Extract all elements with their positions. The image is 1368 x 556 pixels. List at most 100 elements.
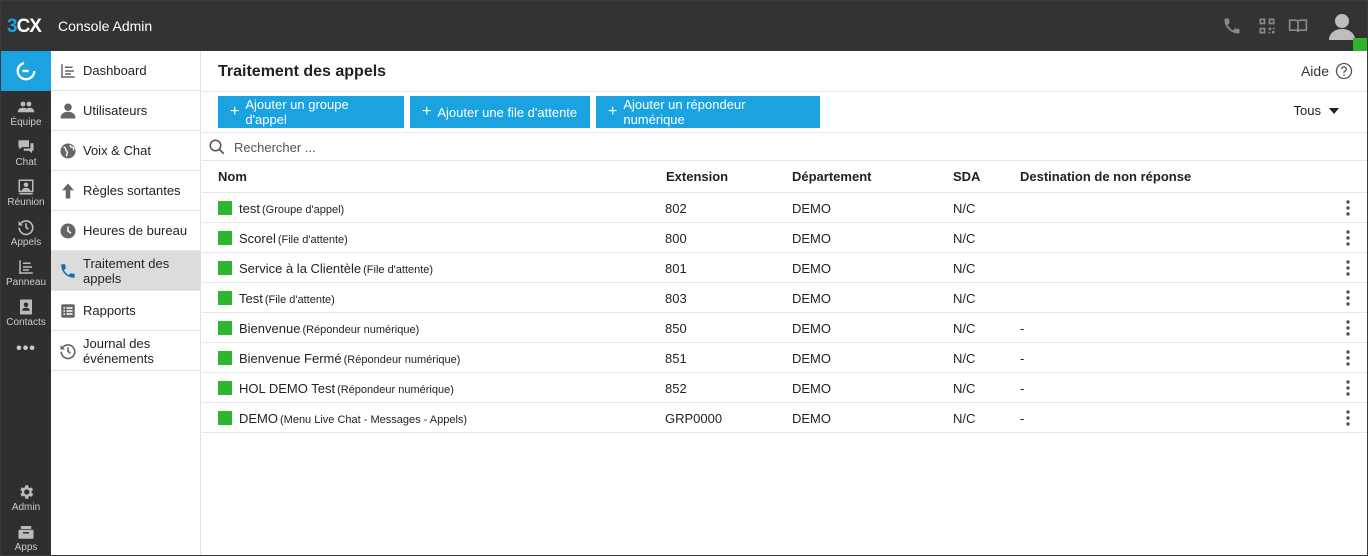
sidebar-item-event-log[interactable]: Journal des événements — [51, 331, 201, 371]
book-icon[interactable] — [1288, 16, 1308, 36]
status-square-icon — [218, 381, 232, 395]
column-header-name[interactable]: Nom — [218, 169, 247, 184]
arrow-up-icon — [62, 183, 74, 198]
table-row[interactable]: Test (File d'attente) 803 DEMO N/C — [202, 283, 1367, 313]
kebab-menu-icon[interactable] — [1343, 319, 1353, 337]
kebab-menu-icon[interactable] — [1343, 379, 1353, 397]
sidebar-item-voice-chat[interactable]: Voix & Chat — [51, 131, 201, 171]
row-sda: N/C — [953, 351, 976, 366]
presence-indicator — [1353, 38, 1367, 51]
table-row[interactable]: Bienvenue Fermé (Répondeur numérique) 851 D… — [202, 343, 1367, 373]
sidebar-item-call-handling[interactable]: Traitement des appels — [51, 251, 201, 291]
filter-value: Tous — [1293, 103, 1321, 118]
kebab-menu-icon[interactable] — [1343, 259, 1353, 277]
row-name[interactable]: test (Groupe d'appel) — [239, 201, 344, 216]
sidebar-item-label: Journal des événements — [83, 335, 154, 366]
row-extension: 850 — [665, 321, 687, 336]
status-square-icon — [218, 261, 232, 275]
row-name[interactable]: DEMO (Menu Live Chat - Messages - Appels) — [239, 411, 467, 426]
qr-code-icon[interactable] — [1257, 16, 1277, 36]
row-name-text: Service à la Clientèle — [239, 261, 362, 276]
search-input[interactable] — [234, 139, 634, 155]
page-title: Traitement des appels — [218, 63, 387, 80]
row-sda: N/C — [953, 231, 976, 246]
table-row[interactable]: HOL DEMO Test (Répondeur numérique) 852 DEM… — [202, 373, 1367, 403]
sidebar-item-reports[interactable]: Rapports — [51, 291, 201, 331]
row-name[interactable]: Scorel (File d'attente) — [239, 231, 348, 246]
rail-item-apps[interactable]: Apps — [1, 518, 51, 555]
row-department: DEMO — [792, 201, 831, 216]
row-department: DEMO — [792, 411, 831, 426]
row-no-answer: - — [1020, 321, 1025, 336]
column-header-extension[interactable]: Extension — [666, 169, 728, 184]
table-row[interactable]: Service à la Clientèle (File d'attente) 80… — [202, 253, 1367, 283]
phone-icon[interactable] — [1222, 16, 1242, 36]
row-name[interactable]: Bienvenue (Répondeur numérique) — [239, 321, 419, 336]
kebab-menu-icon[interactable] — [1343, 289, 1353, 307]
row-name[interactable]: Test (File d'attente) — [239, 291, 335, 306]
home-logo-icon[interactable] — [1, 51, 51, 91]
admin-sidebar: Dashboard Utilisateurs Voix & Chat Règle… — [51, 51, 201, 555]
rail-item-calls[interactable]: Appels — [1, 213, 51, 253]
sidebar-item-label: Voix & Chat — [83, 143, 151, 158]
status-square-icon — [218, 291, 232, 305]
divider — [202, 91, 1367, 92]
row-name-text: Bienvenue — [239, 321, 301, 336]
column-header-no-answer[interactable]: Destination de non réponse — [1020, 169, 1191, 184]
row-sda: N/C — [953, 201, 976, 216]
app-title: Console Admin — [58, 18, 153, 34]
main-content: Traitement des appels Aide + Ajouter un … — [202, 51, 1367, 555]
caret-down-icon — [1329, 107, 1339, 114]
table-row[interactable]: Scorel (File d'attente) 800 DEMO N/C — [202, 223, 1367, 253]
column-header-department[interactable]: Département — [792, 169, 871, 184]
help-circle-icon — [1335, 62, 1353, 80]
column-header-sda[interactable]: SDA — [953, 169, 980, 184]
add-ring-group-button[interactable]: + Ajouter un groupe d'appel — [218, 96, 404, 128]
kebab-menu-icon[interactable] — [1343, 409, 1353, 427]
help-link[interactable]: Aide — [1301, 62, 1353, 80]
row-name[interactable]: Service à la Clientèle (File d'attente) — [239, 261, 433, 276]
search-icon — [209, 139, 225, 155]
row-type: (Groupe d'appel) — [261, 204, 345, 216]
rail-label: Apps — [14, 542, 38, 553]
rail-item-contacts[interactable]: Contacts — [1, 293, 51, 333]
table-row[interactable]: Bienvenue (Répondeur numérique) 850 DEMO N/C… — [202, 313, 1367, 343]
row-department: DEMO — [792, 381, 831, 396]
table-row[interactable]: DEMO (Menu Live Chat - Messages - Appels)… — [202, 403, 1367, 433]
rail-item-meeting[interactable]: Réunion — [1, 173, 51, 213]
filter-dropdown[interactable]: Tous — [1294, 103, 1339, 118]
panel-icon — [19, 260, 33, 274]
kebab-menu-icon[interactable] — [1343, 199, 1353, 217]
rail-item-team[interactable]: Équipe — [1, 93, 51, 133]
row-extension: 803 — [665, 291, 687, 306]
more-icon[interactable]: ••• — [1, 340, 51, 358]
kebab-menu-icon[interactable] — [1343, 229, 1353, 247]
row-extension: 801 — [665, 261, 687, 276]
sidebar-item-office-hours[interactable]: Heures de bureau — [51, 211, 201, 251]
row-department: DEMO — [792, 231, 831, 246]
status-square-icon — [218, 231, 232, 245]
add-queue-button[interactable]: + Ajouter une file d'attente — [410, 96, 590, 128]
logo[interactable]: 3CX — [7, 16, 42, 38]
row-name[interactable]: Bienvenue Fermé (Répondeur numérique) — [239, 351, 460, 366]
user-icon — [60, 103, 76, 118]
search-bar — [208, 135, 634, 159]
rail-item-chat[interactable]: Chat — [1, 133, 51, 173]
button-label: Ajouter une file d'attente — [437, 104, 578, 120]
rail-item-panel[interactable]: Panneau — [1, 253, 51, 293]
row-name[interactable]: HOL DEMO Test (Répondeur numérique) — [239, 381, 454, 396]
team-icon — [17, 101, 35, 113]
sidebar-item-dashboard[interactable]: Dashboard — [51, 51, 201, 91]
gear-icon — [20, 485, 34, 499]
add-ivr-button[interactable]: + Ajouter un répondeur numérique — [596, 96, 820, 128]
sidebar-item-outbound-rules[interactable]: Règles sortantes — [51, 171, 201, 211]
status-square-icon — [218, 201, 232, 215]
user-avatar-icon[interactable] — [1327, 11, 1357, 41]
sidebar-item-users[interactable]: Utilisateurs — [51, 91, 201, 131]
rail-label: Équipe — [10, 117, 42, 128]
rail-item-admin[interactable]: Admin — [1, 478, 51, 518]
table-row[interactable]: test (Groupe d'appel) 802 DEMO N/C — [202, 193, 1367, 223]
list-icon — [61, 303, 75, 318]
row-sda: N/C — [953, 381, 976, 396]
kebab-menu-icon[interactable] — [1343, 349, 1353, 367]
